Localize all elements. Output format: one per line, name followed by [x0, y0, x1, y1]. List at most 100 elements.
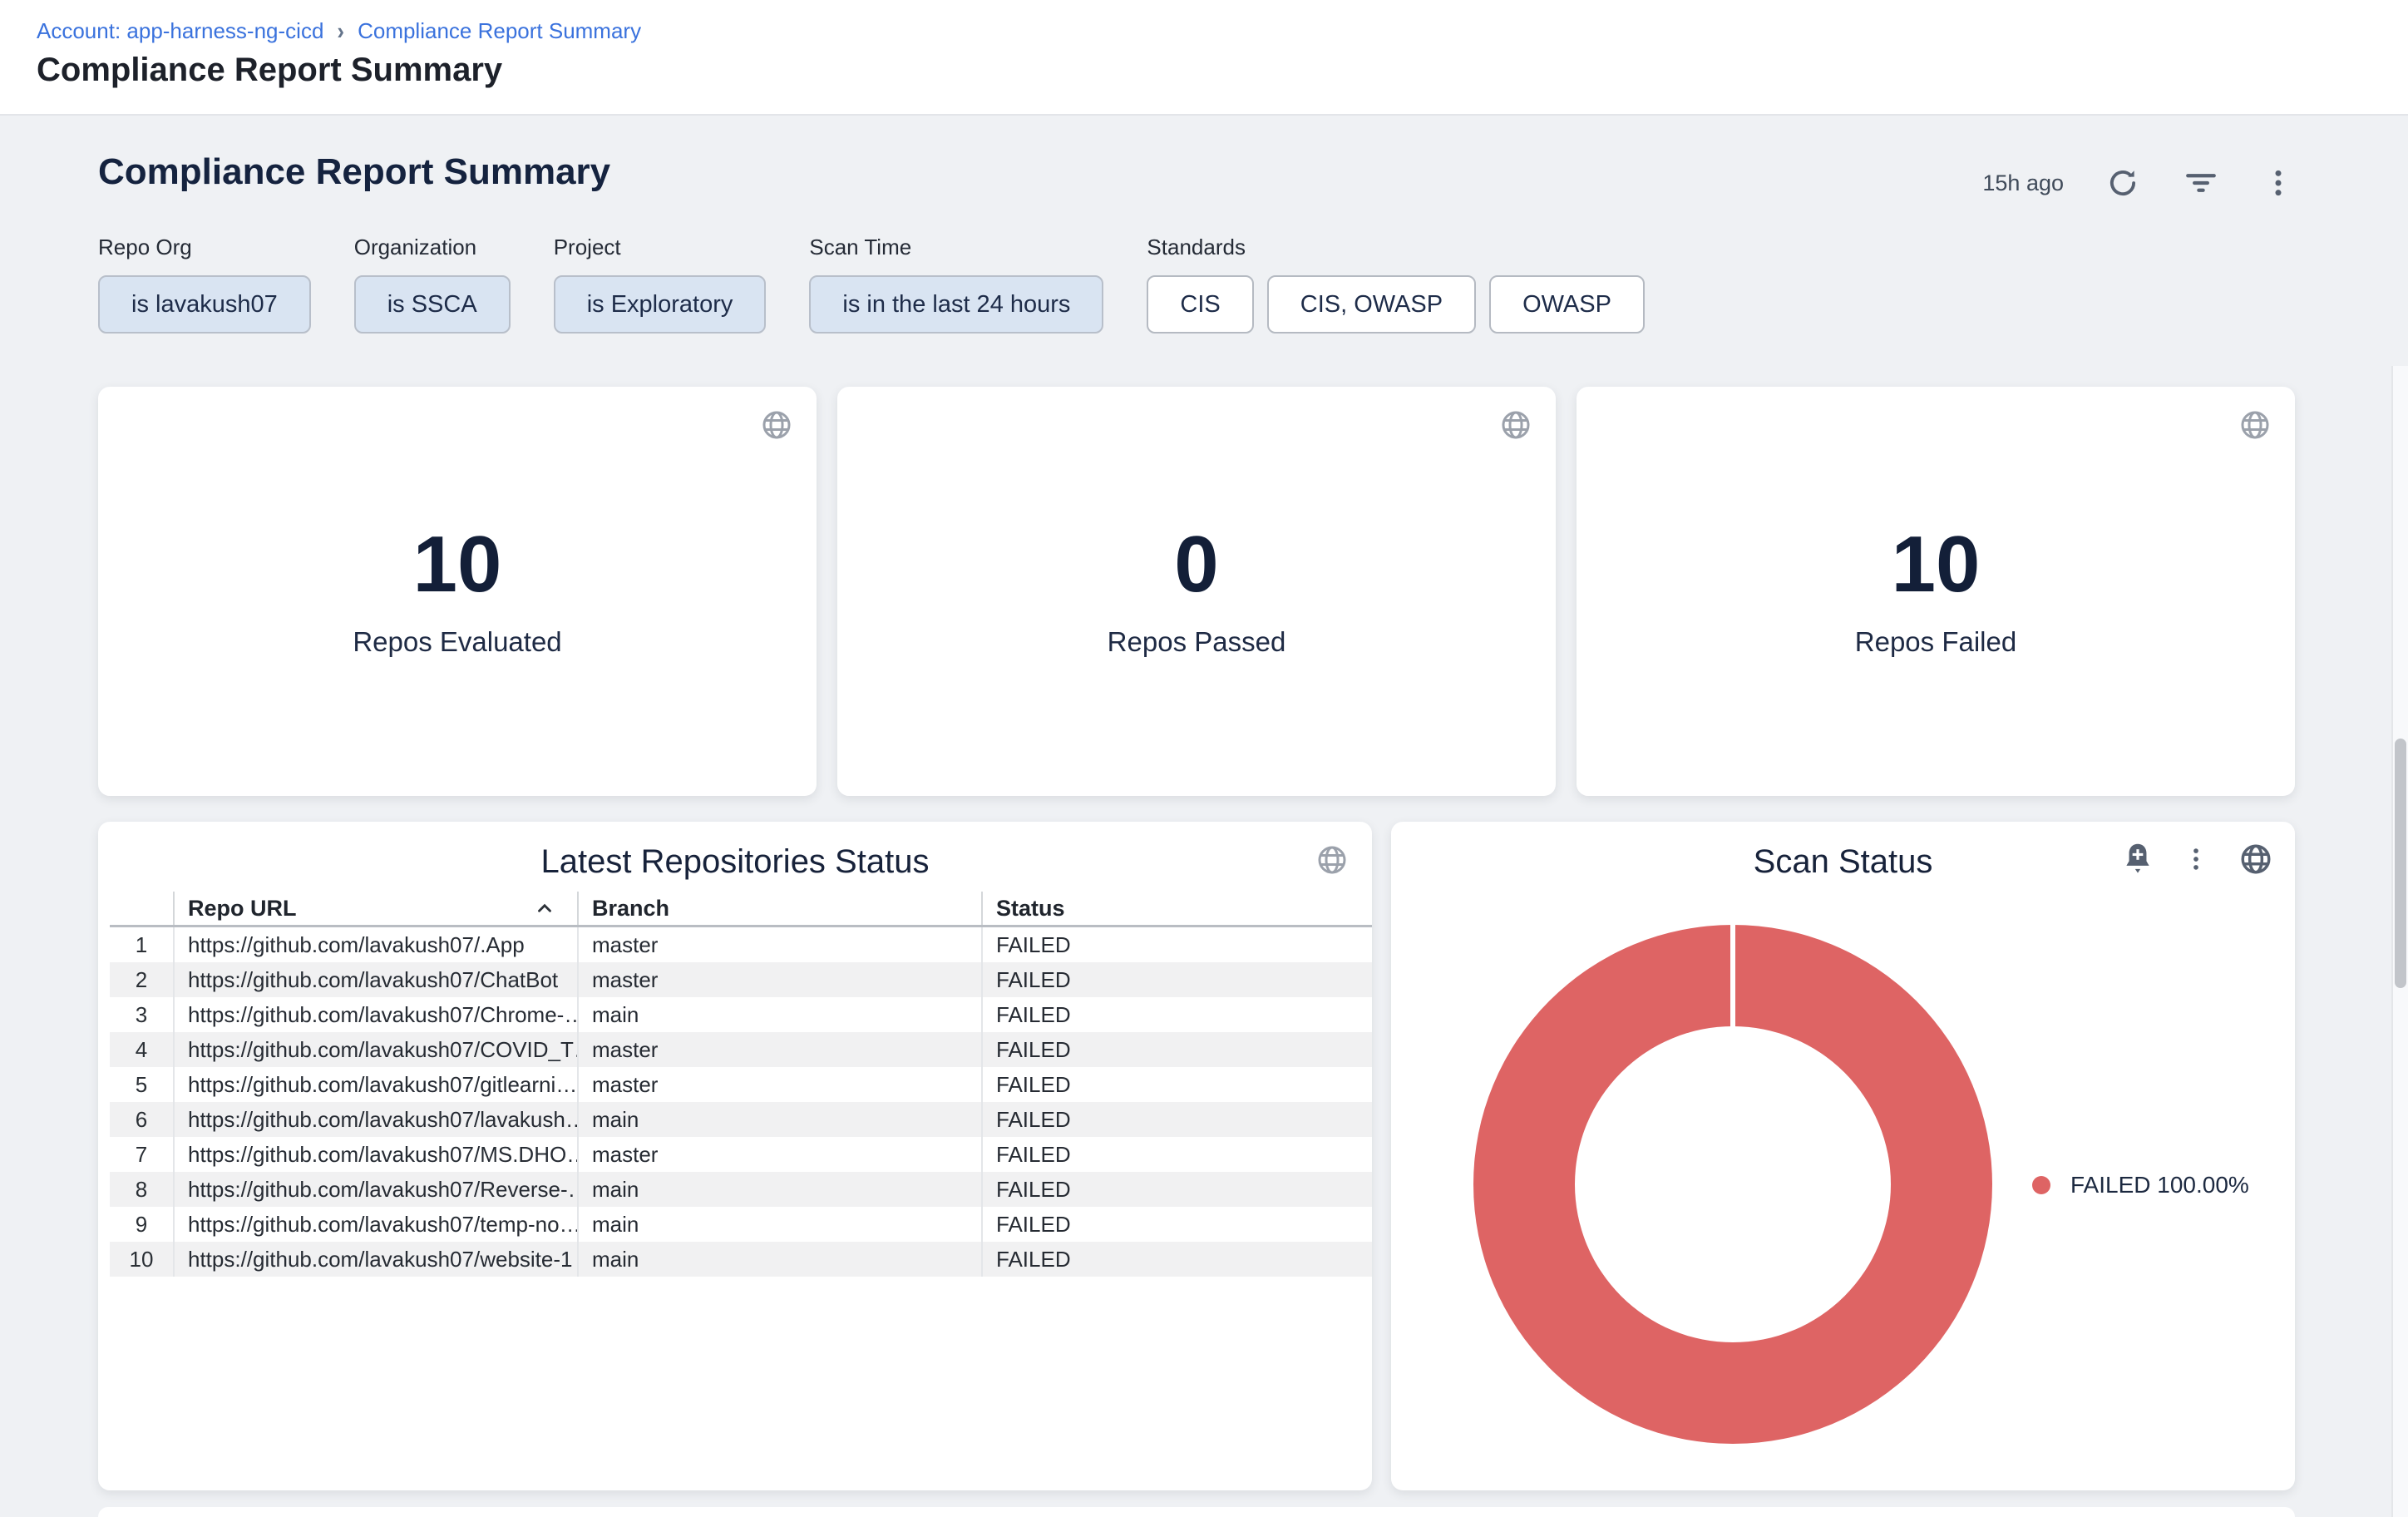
filter-label: Repo Org: [98, 235, 311, 260]
bell-plus-icon[interactable]: [2122, 842, 2154, 877]
scrollbar-track[interactable]: [2391, 366, 2408, 1517]
table-row: 8 https://github.com/lavakush07/Reverse-…: [110, 1172, 1372, 1207]
row-number: 4: [110, 1032, 173, 1067]
branch-cell: main: [577, 1172, 981, 1207]
globe-icon[interactable]: [1315, 843, 1349, 877]
stat-card-repos-evaluated: 10 Repos Evaluated: [98, 387, 817, 796]
row-number: 5: [110, 1067, 173, 1102]
column-header-repo-url[interactable]: Repo URL: [173, 892, 577, 925]
row-number: 2: [110, 962, 173, 997]
filter-repo-org: Repo Org is lavakush07: [98, 235, 311, 334]
globe-icon[interactable]: [1499, 408, 1532, 442]
filter-organization: Organization is SSCA: [354, 235, 511, 334]
branch-cell: main: [577, 1102, 981, 1137]
repo-url-cell: https://github.com/lavakush07/website-1: [173, 1242, 577, 1277]
donut-slice-divider: [1730, 925, 1735, 1028]
report-actions: 15h ago: [1982, 163, 2295, 203]
repo-url-cell: https://github.com/lavakush07/ChatBot: [173, 962, 577, 997]
table-row: 2 https://github.com/lavakush07/ChatBot …: [110, 962, 1372, 997]
stat-card-repos-failed: 10 Repos Failed: [1577, 387, 2295, 796]
table-row: 7 https://github.com/lavakush07/MS.DHO… …: [110, 1137, 1372, 1172]
status-cell: FAILED: [981, 1242, 1372, 1277]
globe-icon[interactable]: [2238, 842, 2273, 877]
filter-chip-repo-org[interactable]: is lavakush07: [98, 275, 311, 334]
legend-item-failed[interactable]: FAILED 100.00%: [2032, 1172, 2249, 1198]
stat-label: Repos Passed: [1108, 626, 1286, 658]
legend-label: FAILED 100.00%: [2070, 1172, 2249, 1198]
table-row: 10 https://github.com/lavakush07/website…: [110, 1242, 1372, 1277]
branch-cell: main: [577, 997, 981, 1032]
table-header-row: Repo URL Branch Status: [110, 892, 1372, 927]
status-cell: FAILED: [981, 1172, 1372, 1207]
branch-cell: master: [577, 1137, 981, 1172]
column-header-status[interactable]: Status: [981, 892, 1372, 925]
filter-chip-project[interactable]: is Exploratory: [554, 275, 767, 334]
filter-chip-scan-time[interactable]: is in the last 24 hours: [809, 275, 1103, 334]
kebab-menu-icon[interactable]: [2182, 842, 2210, 877]
repos-table: Repo URL Branch Status 1 https://github.…: [110, 892, 1372, 1277]
repo-url-cell: https://github.com/lavakush07/COVID_T…: [173, 1032, 577, 1067]
status-cell: FAILED: [981, 1032, 1372, 1067]
row-number: 7: [110, 1137, 173, 1172]
filter-label: Standards: [1147, 235, 1645, 260]
status-cell: FAILED: [981, 1102, 1372, 1137]
page-title: Compliance Report Summary: [37, 52, 502, 89]
stat-cards-row: 10 Repos Evaluated 0 Repos Passed 10 Rep…: [98, 387, 2295, 796]
column-header-branch[interactable]: Branch: [577, 892, 981, 925]
status-cell: FAILED: [981, 1207, 1372, 1242]
report-title: Compliance Report Summary: [98, 151, 610, 193]
status-cell: FAILED: [981, 1137, 1372, 1172]
branch-cell: master: [577, 1032, 981, 1067]
table-row: 3 https://github.com/lavakush07/Chrome-……: [110, 997, 1372, 1032]
donut-hole: [1575, 1026, 1891, 1342]
status-cell: FAILED: [981, 927, 1372, 962]
breadcrumb: Account: app-harness-ng-cicd › Complianc…: [37, 18, 641, 44]
scan-status-actions: [2122, 842, 2273, 877]
standards-option-cis-owasp[interactable]: CIS, OWASP: [1267, 275, 1476, 334]
row-number: 8: [110, 1172, 173, 1207]
filter-chip-organization[interactable]: is SSCA: [354, 275, 511, 334]
repo-url-cell: https://github.com/lavakush07/MS.DHO…: [173, 1137, 577, 1172]
row-number: 3: [110, 997, 173, 1032]
kebab-menu-icon[interactable]: [2262, 165, 2295, 201]
globe-icon[interactable]: [760, 408, 793, 442]
status-cell: FAILED: [981, 1067, 1372, 1102]
table-row: 6 https://github.com/lavakush07/lavakush…: [110, 1102, 1372, 1137]
stat-value: 10: [1892, 525, 1981, 605]
repo-url-cell: https://github.com/lavakush07/Chrome-…: [173, 997, 577, 1032]
filter-bar: Repo Org is lavakush07 Organization is S…: [98, 235, 1645, 334]
status-cell: FAILED: [981, 997, 1372, 1032]
repo-url-cell: https://github.com/lavakush07/lavakush…: [173, 1102, 577, 1137]
filter-icon[interactable]: [2182, 166, 2220, 200]
filter-scan-time: Scan Time is in the last 24 hours: [809, 235, 1103, 334]
globe-icon[interactable]: [2238, 408, 2272, 442]
row-number: 9: [110, 1207, 173, 1242]
table-row: 4 https://github.com/lavakush07/COVID_T……: [110, 1032, 1372, 1067]
filter-label: Project: [554, 235, 767, 260]
breadcrumb-current-link[interactable]: Compliance Report Summary: [358, 18, 641, 44]
branch-cell: master: [577, 927, 981, 962]
scrollbar-thumb[interactable]: [2395, 739, 2406, 988]
repo-url-cell: https://github.com/lavakush07/.App: [173, 927, 577, 962]
top-bar: Account: app-harness-ng-cicd › Complianc…: [0, 0, 2408, 116]
table-title: Latest Repositories Status: [98, 843, 1372, 881]
donut-chart[interactable]: [1473, 925, 1992, 1444]
stat-card-repos-passed: 0 Repos Passed: [837, 387, 1556, 796]
standards-option-cis[interactable]: CIS: [1147, 275, 1253, 334]
next-tile-peek: [98, 1507, 2295, 1517]
table-row: 9 https://github.com/lavakush07/temp-no……: [110, 1207, 1372, 1242]
breadcrumb-account-link[interactable]: Account: app-harness-ng-cicd: [37, 18, 323, 44]
filter-project: Project is Exploratory: [554, 235, 767, 334]
last-refresh-time: 15h ago: [1982, 170, 2064, 196]
sort-ascending-icon[interactable]: [534, 899, 555, 917]
branch-cell: master: [577, 962, 981, 997]
filter-standards: Standards CIS CIS, OWASP OWASP: [1147, 235, 1645, 334]
refresh-icon[interactable]: [2105, 166, 2140, 200]
filter-label: Organization: [354, 235, 511, 260]
filter-label: Scan Time: [809, 235, 1103, 260]
repo-url-cell: https://github.com/lavakush07/Reverse-…: [173, 1172, 577, 1207]
stat-label: Repos Evaluated: [353, 626, 561, 658]
standards-option-owasp[interactable]: OWASP: [1489, 275, 1645, 334]
latest-repositories-status-tile: Latest Repositories Status Repo URL Bran…: [98, 822, 1372, 1490]
branch-cell: master: [577, 1067, 981, 1102]
